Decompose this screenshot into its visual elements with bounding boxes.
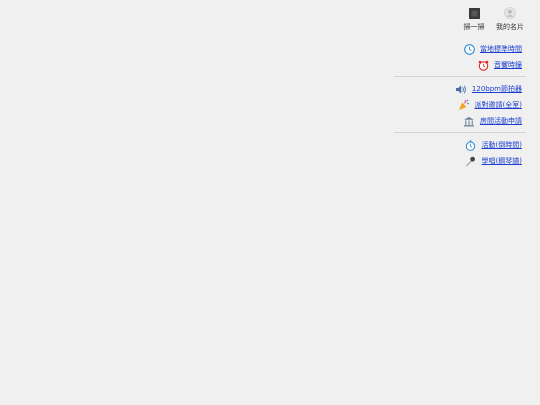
- divider: [394, 76, 526, 77]
- menu-link-sing-along[interactable]: 學唱(鋼琴譜): [482, 156, 522, 166]
- menu-group-party: 120bpm節拍器 派對邀請(全室) 房間活動申請: [394, 80, 526, 130]
- menu-item-local-time[interactable]: 當地標準時間: [394, 41, 526, 57]
- scan-label: 掃一掃: [463, 23, 485, 31]
- bank-icon: [463, 115, 475, 127]
- menu-link-metronome[interactable]: 120bpm節拍器: [472, 84, 522, 94]
- menu-group-activities: 活動(倒時間) 學唱(鋼琴譜): [394, 136, 526, 170]
- menu-link-party-invite[interactable]: 派對邀請(全室): [475, 100, 522, 110]
- my-card-label: 我的名片: [496, 23, 524, 31]
- party-popper-icon: [458, 99, 470, 111]
- stopwatch-icon: [465, 139, 477, 151]
- menu-item-metronome[interactable]: 120bpm節拍器: [394, 81, 526, 97]
- speaker-icon: [455, 83, 467, 95]
- menu-item-room-activity[interactable]: 房間活動申請: [394, 113, 526, 129]
- menu-link-alarm-clock[interactable]: 音響時鐘: [494, 60, 522, 70]
- my-card-button[interactable]: 我的名片: [494, 6, 526, 32]
- menu-link-room-activity[interactable]: 房間活動申請: [480, 116, 522, 126]
- menu-link-local-time[interactable]: 當地標準時間: [480, 44, 522, 54]
- quick-menu-panel: 掃一掃 我的名片 當地標準時間 音響時鐘 120bpm節拍器 派對邀請(全室) …: [394, 6, 526, 170]
- menu-item-party-invite[interactable]: 派對邀請(全室): [394, 97, 526, 113]
- qr-scan-icon: [467, 6, 481, 20]
- menu-item-sing-along[interactable]: 學唱(鋼琴譜): [394, 153, 526, 169]
- microphone-icon: [465, 155, 477, 167]
- menu-item-alarm-clock[interactable]: 音響時鐘: [394, 57, 526, 73]
- menu-link-countdown[interactable]: 活動(倒時間): [482, 140, 522, 150]
- menu-group-time: 當地標準時間 音響時鐘: [394, 40, 526, 74]
- scan-button[interactable]: 掃一掃: [458, 6, 490, 32]
- divider: [394, 132, 526, 133]
- menu-item-countdown[interactable]: 活動(倒時間): [394, 137, 526, 153]
- top-buttons: 掃一掃 我的名片: [394, 6, 526, 32]
- clock-icon: [463, 43, 475, 55]
- profile-card-icon: [503, 6, 517, 20]
- alarm-clock-icon: [477, 59, 489, 71]
